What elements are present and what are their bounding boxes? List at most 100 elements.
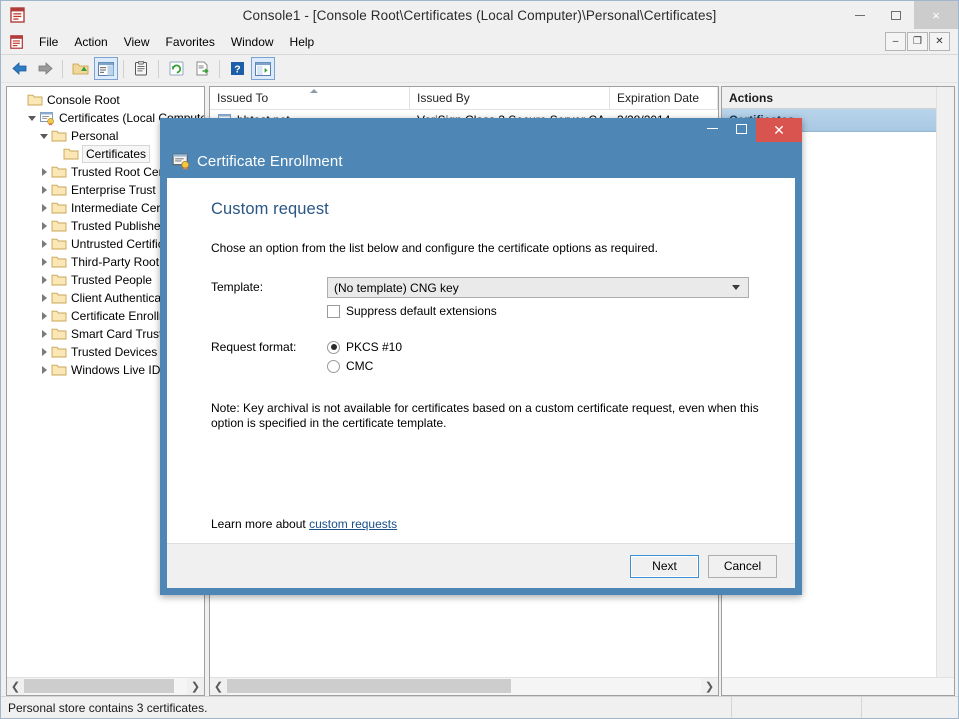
tree-expander-closed[interactable] — [37, 273, 51, 287]
dialog-close-button[interactable]: ✕ — [756, 118, 802, 142]
dialog-footer: Next Cancel — [167, 543, 795, 588]
page-title: Custom request — [211, 200, 329, 218]
scroll-right-icon[interactable]: ❯ — [701, 678, 718, 695]
tree-expander-closed[interactable] — [37, 327, 51, 341]
tree-expander-closed[interactable] — [37, 291, 51, 305]
window-maximize-button[interactable] — [878, 1, 914, 29]
template-label: Template: — [211, 280, 264, 294]
dialog-header: Certificate Enrollment — [160, 144, 802, 178]
scroll-thumb[interactable] — [24, 679, 174, 693]
tree-item-label: Enterprise Trust — [71, 183, 156, 197]
mdi-close-button[interactable]: ✕ — [929, 32, 950, 51]
column-header-issued-to[interactable]: Issued To — [210, 87, 410, 109]
template-select[interactable]: (No template) CNG key — [327, 277, 749, 298]
tree-item-label: Trusted People — [71, 273, 152, 287]
window-close-button[interactable]: × — [914, 1, 958, 29]
toolbar-separator — [158, 59, 159, 78]
folder-icon — [51, 272, 67, 288]
tree-expander-closed[interactable] — [37, 165, 51, 179]
menu-item-action[interactable]: Action — [66, 32, 115, 52]
next-button[interactable]: Next — [630, 554, 699, 578]
window-title: Console1 - [Console Root\Certificates (L… — [242, 7, 717, 23]
mdi-window-controls: – ❐ ✕ — [885, 32, 958, 51]
certificate-enrollment-dialog: ✕ Certificate Enrollment Custom request … — [160, 118, 802, 595]
mdi-restore-button[interactable]: ❐ — [907, 32, 928, 51]
tree-expander-open[interactable] — [25, 111, 39, 125]
custom-requests-link[interactable]: custom requests — [309, 517, 397, 531]
radio-pkcs10[interactable]: PKCS #10 — [327, 340, 402, 354]
tree-expander-closed[interactable] — [37, 345, 51, 359]
tree-expander-closed[interactable] — [37, 219, 51, 233]
actions-pane-title: Actions — [722, 87, 954, 109]
folder-icon — [27, 92, 43, 108]
scroll-track[interactable] — [24, 678, 187, 695]
column-header-issued-by[interactable]: Issued By — [410, 87, 610, 109]
window-titlebar: Console1 - [Console Root\Certificates (L… — [1, 1, 958, 29]
scroll-left-icon[interactable]: ❮ — [7, 678, 24, 695]
export-list-icon[interactable] — [190, 57, 214, 80]
forward-icon[interactable] — [33, 57, 57, 80]
show-hide-tree-icon[interactable] — [94, 57, 118, 80]
actions-vertical-scrollbar[interactable] — [936, 87, 954, 678]
folder-icon — [51, 128, 67, 144]
dialog-intro-text: Chose an option from the list below and … — [211, 241, 658, 255]
certificates-snapin-icon — [39, 110, 55, 126]
chevron-down-icon[interactable] — [732, 285, 740, 290]
tree-horizontal-scrollbar[interactable]: ❮ ❯ — [7, 677, 204, 695]
column-label: Issued By — [417, 91, 470, 105]
scroll-thumb[interactable] — [227, 679, 511, 693]
window-minimize-button[interactable] — [842, 1, 878, 29]
dialog-maximize-button[interactable] — [727, 118, 756, 139]
suppress-default-extensions-label: Suppress default extensions — [346, 304, 497, 318]
radio-button[interactable] — [327, 340, 340, 354]
menu-item-favorites[interactable]: Favorites — [158, 32, 223, 52]
refresh-icon[interactable] — [164, 57, 188, 80]
status-cell-3 — [862, 697, 958, 718]
template-row: Template: (No template) CNG key — [211, 277, 767, 298]
up-one-level-icon[interactable] — [68, 57, 92, 80]
suppress-default-extensions-checkbox[interactable]: Suppress default extensions — [327, 304, 767, 318]
toolbar-separator — [219, 59, 220, 78]
dialog-title: Certificate Enrollment — [197, 152, 343, 170]
help-icon[interactable]: ? — [225, 57, 249, 80]
tree-expander-closed[interactable] — [37, 255, 51, 269]
radio-label: PKCS #10 — [346, 340, 403, 354]
tree-expander-closed[interactable] — [37, 363, 51, 377]
radio-cmc[interactable]: CMC — [327, 359, 402, 373]
close-icon: ✕ — [773, 121, 785, 138]
tree-expander-closed[interactable] — [37, 183, 51, 197]
folder-icon — [51, 254, 67, 270]
menu-bar: File Action View Favorites Window Help –… — [1, 29, 958, 55]
dialog-body: Custom request Chose an option from the … — [167, 178, 795, 588]
actions-horizontal-scrollbar[interactable] — [722, 677, 954, 695]
properties-icon[interactable] — [129, 57, 153, 80]
toolbar-separator — [123, 59, 124, 78]
toolbar: ? — [1, 55, 958, 83]
scroll-track[interactable] — [722, 678, 954, 695]
folder-icon — [63, 146, 79, 162]
show-action-pane-icon[interactable] — [251, 57, 275, 80]
checkbox-box[interactable] — [327, 304, 340, 318]
template-selected-value: (No template) CNG key — [334, 280, 459, 295]
tree-expander-closed[interactable] — [37, 237, 51, 251]
dialog-titlebar: ✕ — [160, 118, 802, 144]
cancel-button[interactable]: Cancel — [708, 554, 777, 578]
radio-button[interactable] — [327, 359, 340, 373]
menu-item-window[interactable]: Window — [223, 32, 282, 52]
tree-expander-closed[interactable] — [37, 309, 51, 323]
back-icon[interactable] — [7, 57, 31, 80]
request-format-label: Request format: — [211, 340, 297, 354]
column-header-expiration-date[interactable]: Expiration Date — [610, 87, 718, 109]
tree-expander-closed[interactable] — [37, 201, 51, 215]
scroll-track[interactable] — [227, 678, 701, 695]
menu-item-help[interactable]: Help — [282, 32, 323, 52]
tree-item-console-root[interactable]: Console Root — [7, 91, 204, 109]
list-horizontal-scrollbar[interactable]: ❮ ❯ — [210, 677, 718, 695]
menu-item-file[interactable]: File — [31, 32, 66, 52]
menu-item-view[interactable]: View — [116, 32, 158, 52]
scroll-right-icon[interactable]: ❯ — [187, 678, 204, 695]
dialog-minimize-button[interactable] — [698, 118, 727, 139]
mdi-minimize-button[interactable]: – — [885, 32, 906, 51]
scroll-left-icon[interactable]: ❮ — [210, 678, 227, 695]
tree-expander-open[interactable] — [37, 129, 51, 143]
